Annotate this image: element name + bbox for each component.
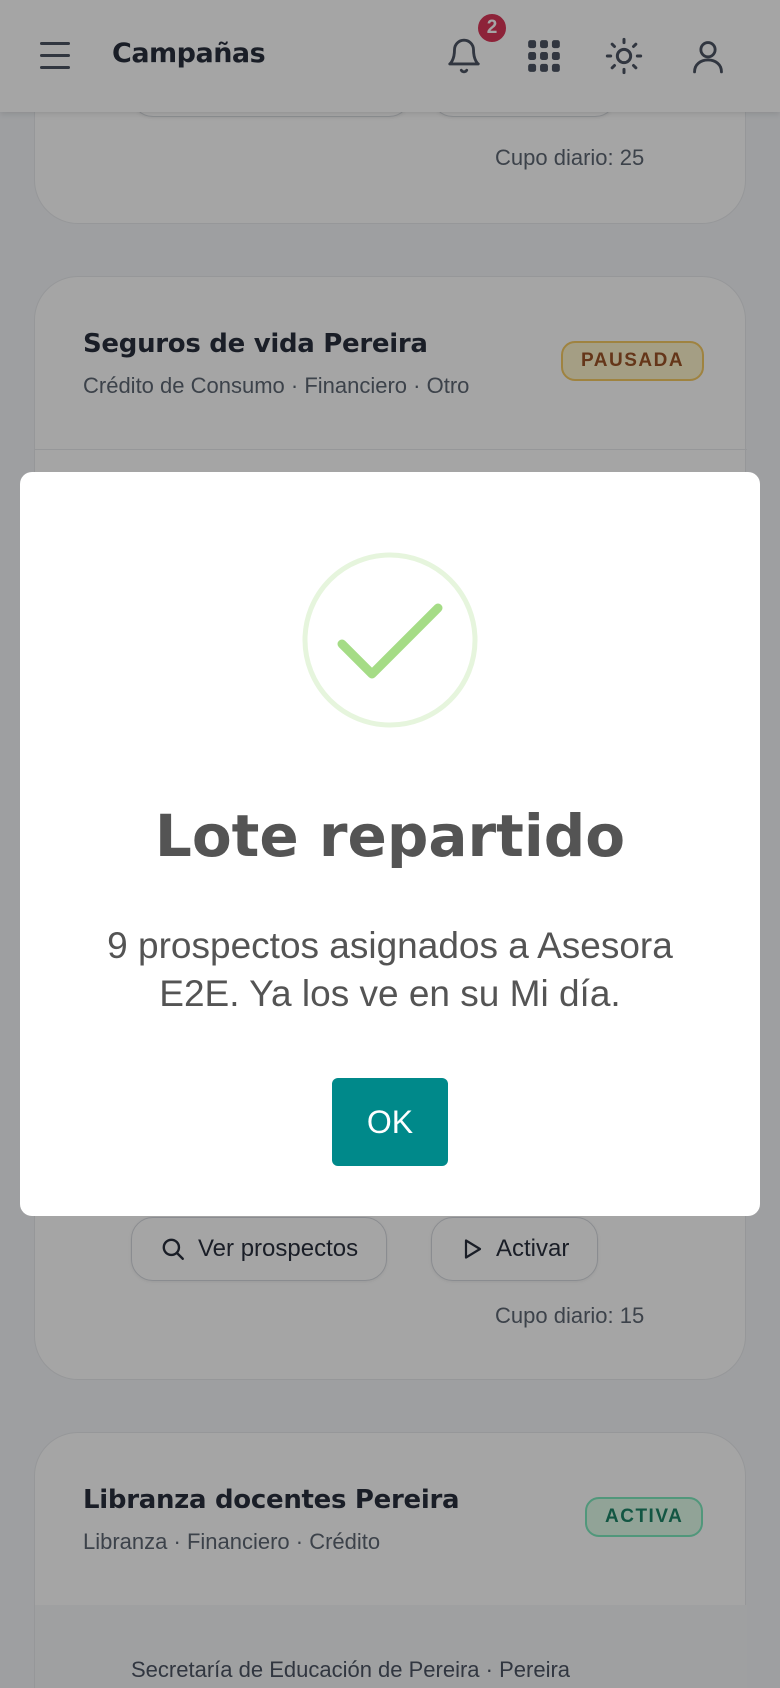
dialog-message: 9 prospectos asignados a Asesora E2E. Ya… [107,925,673,1014]
ok-button[interactable]: OK [332,1078,448,1166]
success-dialog: Lote repartido 9 prospectos asignados a … [20,472,760,1216]
dialog-title: Lote repartido [154,802,626,870]
success-check-icon [302,552,478,728]
